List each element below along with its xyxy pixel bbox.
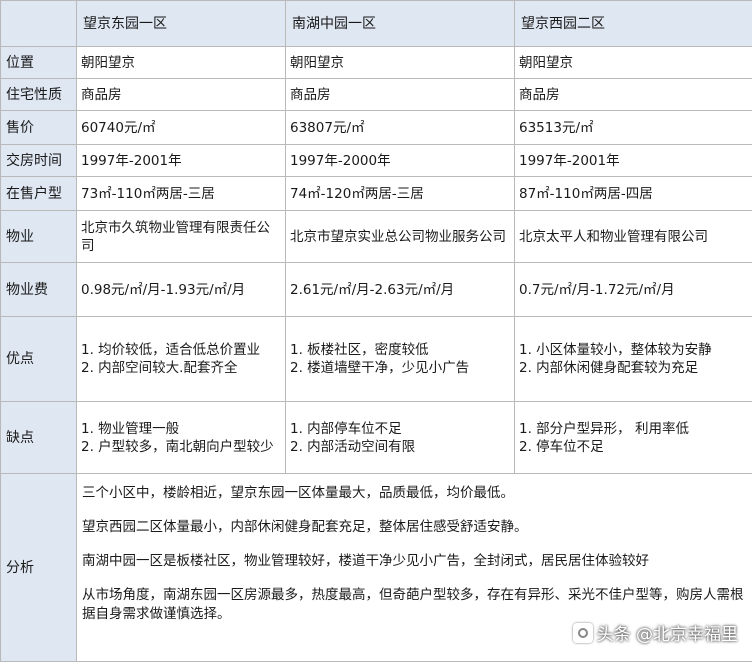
table-cell: 2.61元/㎡/月-2.63元/㎡/月 <box>285 262 515 317</box>
table-cell: 63513元/㎡ <box>514 110 752 145</box>
table-cell: 1. 均价较低，适合低总价置业 2. 内部空间较大.配套齐全 <box>76 316 286 402</box>
table-cell: 1. 部分户型异形， 利用率低 2. 停车位不足 <box>514 401 752 474</box>
table-cell: 87㎡-110㎡两居-四居 <box>514 176 752 211</box>
table-row: 物业 北京市久筑物业管理有限责任公司 北京市望京实业总公司物业服务公司 北京太平… <box>0 210 752 263</box>
watermark-text: 头条 @北京幸福里 <box>596 625 738 645</box>
header-row: 望京东园一区 南湖中园一区 望京西园二区 <box>0 0 752 47</box>
table-row: 住宅性质 商品房 商品房 商品房 <box>0 78 752 111</box>
table-cell: 北京太平人和物业管理有限公司 <box>514 210 752 263</box>
table-cell: 1. 小区体量较小，整体较为安静 2. 内部休闲健身配套较为充足 <box>514 316 752 402</box>
table-cell: 1. 内部停车位不足 2. 内部活动空间有限 <box>285 401 515 474</box>
table-cell: 朝阳望京 <box>76 46 286 79</box>
row-label-analysis: 分析 <box>0 473 77 662</box>
table-cell: 北京市望京实业总公司物业服务公司 <box>285 210 515 263</box>
list-item: 2. 停车位不足 <box>519 438 604 455</box>
list-item: 2. 内部休闲健身配套较为充足 <box>519 360 699 376</box>
row-label-delivery-time: 交房时间 <box>0 144 77 177</box>
watermark: 头条 @北京幸福里 <box>572 620 738 645</box>
list-item: 1. 小区体量较小，整体较为安静 <box>519 342 712 358</box>
row-label-housing-type: 住宅性质 <box>0 78 77 111</box>
table-cell: 1. 板楼社区，密度较低 2. 楼道墙壁干净，少见小广告 <box>285 316 515 402</box>
list-item: 1. 物业管理一般 <box>81 420 180 437</box>
table-row: 交房时间 1997年-2001年 1997年-2000年 1997年-2001年 <box>0 144 752 177</box>
comparison-sheet: 望京东园一区 南湖中园一区 望京西园二区 位置 朝阳望京 朝阳望京 朝阳望京 住… <box>0 0 752 663</box>
watermark-logo-icon <box>572 622 593 643</box>
table-cell: 1. 物业管理一般 2. 户型较多，南北朝向户型较少 <box>76 401 286 474</box>
table-cell: 北京市久筑物业管理有限责任公司 <box>76 210 286 263</box>
analysis-paragraph: 三个小区中，楼龄相近，望京东园一区体量最大，品质最低，均价最低。 <box>82 485 514 501</box>
list-item: 2. 内部空间较大.配套齐全 <box>81 360 238 376</box>
list-item: 1. 内部停车位不足 <box>290 420 402 437</box>
list-item: 2. 户型较多，南北朝向户型较少 <box>81 438 274 455</box>
analysis-paragraph: 从市场角度，南湖东园一区房源最多，热度最高，但奇葩户型较多，存在有异形、采光不佳… <box>82 587 744 622</box>
table-cell: 63807元/㎡ <box>285 110 515 145</box>
comparison-table: 望京东园一区 南湖中园一区 望京西园二区 位置 朝阳望京 朝阳望京 朝阳望京 住… <box>0 0 752 662</box>
table-cell: 0.7元/㎡/月-1.72元/㎡/月 <box>514 262 752 317</box>
table-cell: 60740元/㎡ <box>76 110 286 145</box>
table-row: 在售户型 73㎡-110㎡两居-三居 74㎡-120㎡两居-三居 87㎡-110… <box>0 176 752 211</box>
table-cell: 1997年-2000年 <box>285 144 515 177</box>
table-row-cons: 缺点 1. 物业管理一般 2. 户型较多，南北朝向户型较少 1. 内部停车位不足… <box>0 401 752 474</box>
row-label-location: 位置 <box>0 46 77 79</box>
table-cell: 商品房 <box>76 78 286 111</box>
list-item: 1. 部分户型异形， 利用率低 <box>519 420 689 437</box>
list-item: 1. 板楼社区，密度较低 <box>290 342 429 358</box>
row-label-pros: 优点 <box>0 316 77 402</box>
column-header: 望京西园二区 <box>514 0 752 47</box>
table-cell: 74㎡-120㎡两居-三居 <box>285 176 515 211</box>
list-item: 2. 内部活动空间有限 <box>290 438 416 455</box>
table-row: 售价 60740元/㎡ 63807元/㎡ 63513元/㎡ <box>0 110 752 145</box>
row-label-cons: 缺点 <box>0 401 77 474</box>
table-row-pros: 优点 1. 均价较低，适合低总价置业 2. 内部空间较大.配套齐全 1. 板楼社… <box>0 316 752 402</box>
table-cell: 1997年-2001年 <box>76 144 286 177</box>
table-cell: 商品房 <box>514 78 752 111</box>
row-label-property-fee: 物业费 <box>0 262 77 317</box>
column-header: 望京东园一区 <box>76 0 286 47</box>
list-item: 2. 楼道墙壁干净，少见小广告 <box>290 360 470 376</box>
corner-cell <box>0 0 77 47</box>
row-label-price: 售价 <box>0 110 77 145</box>
table-cell: 朝阳望京 <box>285 46 515 79</box>
column-header: 南湖中园一区 <box>285 0 515 47</box>
table-cell: 商品房 <box>285 78 515 111</box>
table-cell: 0.98元/㎡/月-1.93元/㎡/月 <box>76 262 286 317</box>
table-row: 物业费 0.98元/㎡/月-1.93元/㎡/月 2.61元/㎡/月-2.63元/… <box>0 262 752 317</box>
list-item: 1. 均价较低，适合低总价置业 <box>81 342 261 358</box>
analysis-paragraph: 南湖中园一区是板楼社区，物业管理较好，楼道干净少见小广告，全封闭式，居民居住体验… <box>82 553 649 569</box>
table-cell: 朝阳望京 <box>514 46 752 79</box>
table-row: 位置 朝阳望京 朝阳望京 朝阳望京 <box>0 46 752 79</box>
table-cell: 73㎡-110㎡两居-三居 <box>76 176 286 211</box>
table-cell: 1997年-2001年 <box>514 144 752 177</box>
row-label-unit-types: 在售户型 <box>0 176 77 211</box>
row-label-property-management: 物业 <box>0 210 77 263</box>
analysis-paragraph: 望京西园二区体量最小，内部休闲健身配套充足，整体居住感受舒适安静。 <box>82 519 528 535</box>
